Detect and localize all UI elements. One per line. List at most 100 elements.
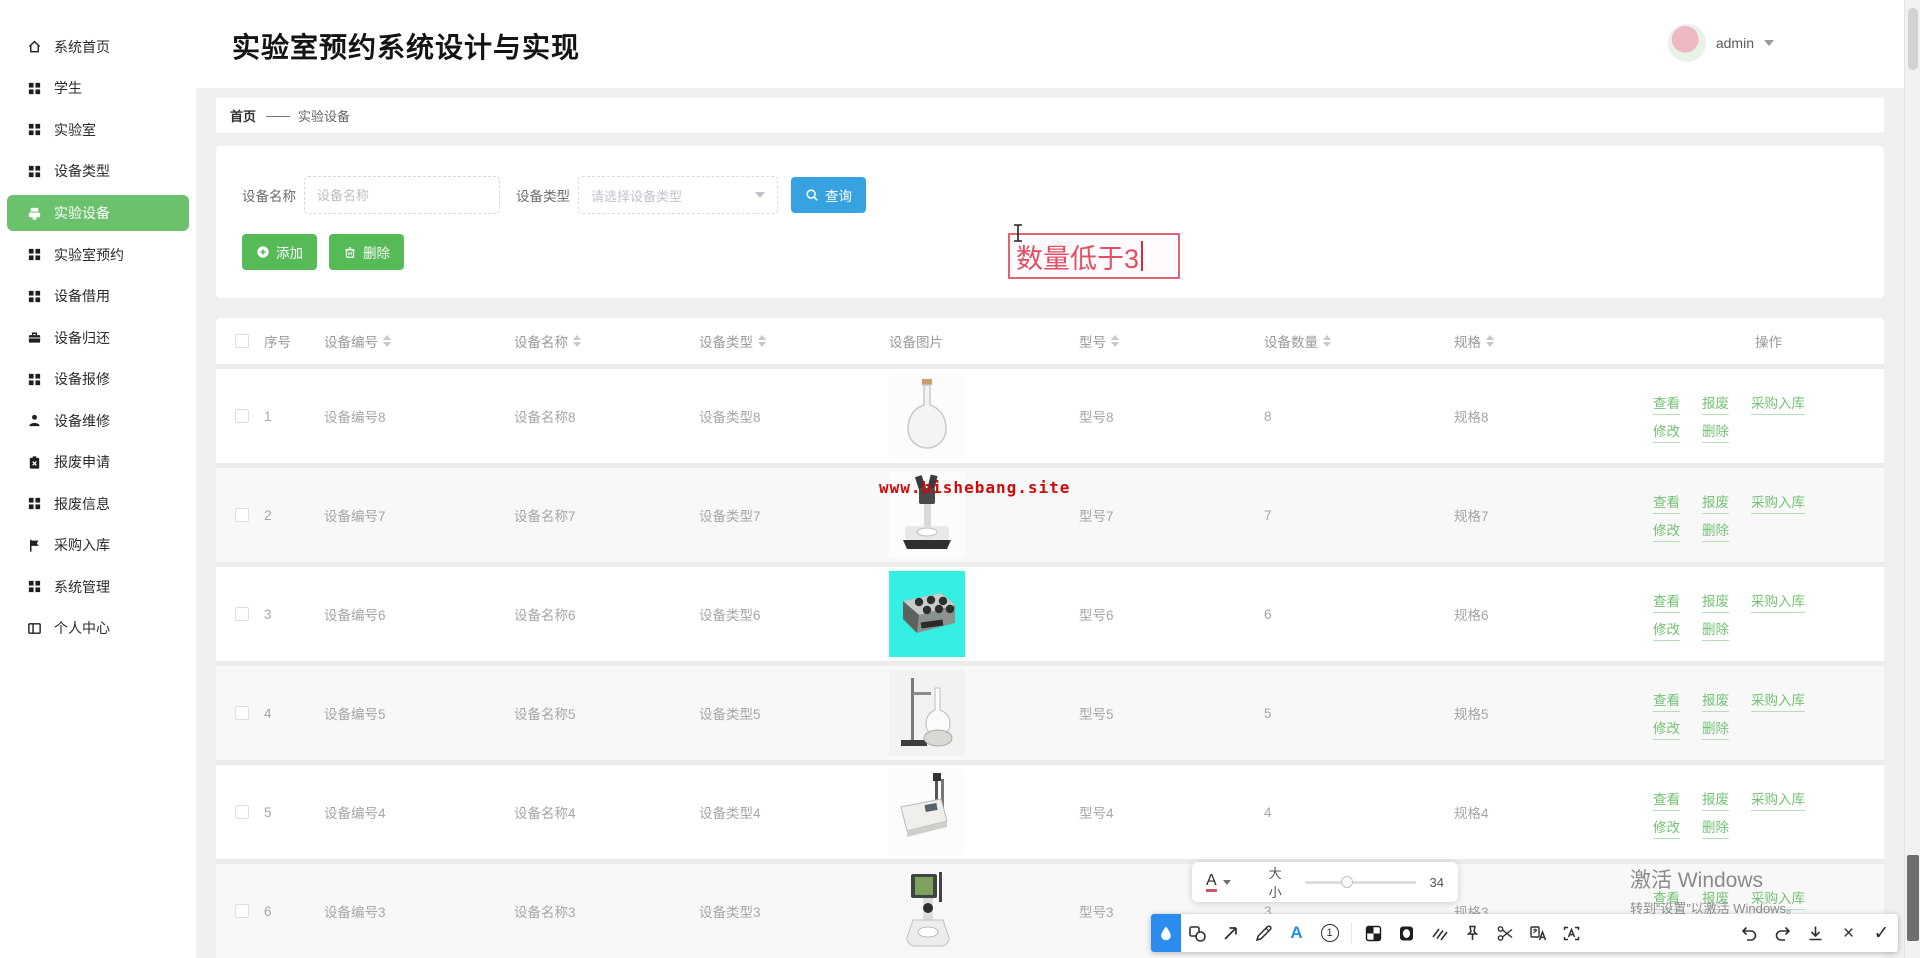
edit-link[interactable]: 修改	[1653, 420, 1680, 440]
purchase-link[interactable]: 采购入库	[1751, 788, 1805, 808]
redo-button[interactable]	[1766, 914, 1799, 952]
delete-link[interactable]: 删除	[1702, 816, 1729, 836]
pen-tool-button[interactable]	[1247, 914, 1280, 952]
undo-icon	[1741, 926, 1757, 941]
sort-icon[interactable]	[1323, 335, 1331, 347]
edit-link[interactable]: 修改	[1653, 519, 1680, 539]
row-checkbox[interactable]	[235, 706, 249, 720]
view-link[interactable]: 查看	[1653, 392, 1680, 412]
edit-link[interactable]: 修改	[1653, 618, 1680, 638]
undo-button[interactable]	[1733, 914, 1766, 952]
sidebar-item-scrap-info[interactable]: 报废信息	[0, 483, 196, 525]
delete-button[interactable]: 删除	[329, 234, 404, 270]
sidebar-item-purchase-inbound[interactable]: 采购入库	[0, 525, 196, 567]
row-checkbox[interactable]	[235, 805, 249, 819]
scrollbar-thumb-top[interactable]	[1908, 8, 1918, 70]
delete-link[interactable]: 删除	[1702, 717, 1729, 737]
sidebar-item-label: 报废申请	[54, 454, 110, 471]
scrap-link[interactable]: 报废	[1702, 689, 1729, 709]
device-type-select[interactable]: 请选择设备类型	[578, 176, 778, 214]
scrollbar-thumb[interactable]	[1907, 855, 1919, 941]
sort-icon[interactable]	[573, 335, 581, 347]
font-size-slider[interactable]	[1305, 876, 1416, 888]
row-checkbox[interactable]	[235, 607, 249, 621]
sort-icon[interactable]	[1486, 335, 1494, 347]
font-color-button[interactable]: A	[1206, 872, 1217, 892]
sidebar-item-lab-reservation[interactable]: 实验室预约	[0, 234, 196, 276]
purchase-link[interactable]: 采购入库	[1751, 689, 1805, 709]
view-link[interactable]: 查看	[1653, 689, 1680, 709]
sort-icon[interactable]	[758, 335, 766, 347]
scrap-link[interactable]: 报废	[1702, 392, 1729, 412]
sidebar-item-device-types[interactable]: 设备类型	[0, 151, 196, 193]
grid-icon	[26, 578, 43, 595]
chevron-down-icon[interactable]	[1222, 879, 1231, 885]
download-button[interactable]	[1799, 914, 1832, 952]
device-type-placeholder: 请选择设备类型	[591, 188, 683, 204]
step-number-tool-button[interactable]: 1	[1313, 914, 1346, 952]
delete-link[interactable]: 删除	[1702, 618, 1729, 638]
scrap-link[interactable]: 报废	[1702, 590, 1729, 610]
select-all-checkbox[interactable]	[235, 334, 249, 348]
close-button[interactable]: ×	[1832, 914, 1865, 952]
sidebar-item-device-borrow[interactable]: 设备借用	[0, 276, 196, 318]
scrap-link[interactable]: 报废	[1702, 788, 1729, 808]
annotation-textbox[interactable]: 数量低于3	[1008, 233, 1180, 279]
sidebar-item-label: 学生	[54, 80, 82, 97]
breadcrumb-home[interactable]: 首页	[230, 106, 256, 125]
table-row: 1 设备编号8 设备名称8 设备类型8 型号8 8 规格8 查看 报废 采购入库 修…	[216, 364, 1884, 463]
scissors-icon	[1497, 925, 1513, 941]
sidebar-item-device-maintenance[interactable]: 设备维修	[0, 400, 196, 442]
sidebar-item-lab-equipment[interactable]: 实验设备	[7, 195, 189, 231]
view-link[interactable]: 查看	[1653, 590, 1680, 610]
purchase-link[interactable]: 采购入库	[1751, 392, 1805, 412]
sidebar-item-personal-center[interactable]: 个人中心	[0, 608, 196, 650]
sidebar-item-students[interactable]: 学生	[0, 68, 196, 110]
sidebar: 系统首页 学生 实验室 设备类型 实验设备 实验室预约 设备借用 设备归还 设备…	[0, 0, 196, 958]
user-menu[interactable]: admin	[1667, 24, 1774, 62]
ocr-tool-button[interactable]	[1555, 914, 1588, 952]
cell-type: 设备类型6	[699, 608, 761, 623]
active-tool-button[interactable]	[1151, 914, 1181, 952]
sidebar-item-device-return[interactable]: 设备归还	[0, 317, 196, 359]
query-button[interactable]: 查询	[791, 177, 866, 213]
slider-handle[interactable]	[1341, 876, 1354, 888]
col-header-image: 设备图片	[889, 335, 943, 350]
sidebar-item-labs[interactable]: 实验室	[0, 109, 196, 151]
translate-tool-button[interactable]	[1522, 914, 1555, 952]
device-name-input[interactable]	[304, 176, 500, 214]
col-header-index: 序号	[264, 335, 291, 350]
ocr-icon	[1563, 926, 1580, 940]
row-checkbox[interactable]	[235, 508, 249, 522]
pin-tool-button[interactable]	[1456, 914, 1489, 952]
sidebar-item-home[interactable]: 系统首页	[0, 26, 196, 68]
text-tool-button[interactable]: A	[1280, 914, 1313, 952]
row-checkbox[interactable]	[235, 409, 249, 423]
view-link[interactable]: 查看	[1653, 788, 1680, 808]
view-link[interactable]: 查看	[1653, 491, 1680, 511]
purchase-link[interactable]: 采购入库	[1751, 590, 1805, 610]
avatar[interactable]	[1667, 24, 1706, 62]
sort-icon[interactable]	[383, 335, 391, 347]
edit-link[interactable]: 修改	[1653, 816, 1680, 836]
hatch-tool-button[interactable]	[1423, 914, 1456, 952]
row-checkbox[interactable]	[235, 904, 249, 918]
sidebar-item-device-repair-report[interactable]: 设备报修	[0, 359, 196, 401]
sort-icon[interactable]	[1111, 335, 1119, 347]
sidebar-item-scrap-apply[interactable]: 报废申请	[0, 442, 196, 484]
delete-link[interactable]: 删除	[1702, 519, 1729, 539]
add-button[interactable]: 添加	[242, 234, 317, 270]
arrow-tool-button[interactable]	[1214, 914, 1247, 952]
confirm-button[interactable]: ✓	[1865, 914, 1898, 952]
mosaic-tool-button[interactable]	[1357, 914, 1390, 952]
shapes-tool-button[interactable]	[1181, 914, 1214, 952]
edit-link[interactable]: 修改	[1653, 717, 1680, 737]
cut-tool-button[interactable]	[1489, 914, 1522, 952]
purchase-link[interactable]: 采购入库	[1751, 491, 1805, 511]
blur-tool-button[interactable]	[1390, 914, 1423, 952]
cell-name: 设备名称4	[514, 806, 576, 821]
sidebar-item-system-management[interactable]: 系统管理	[0, 566, 196, 608]
scrap-link[interactable]: 报废	[1702, 491, 1729, 511]
delete-link[interactable]: 删除	[1702, 420, 1729, 440]
page-scrollbar[interactable]	[1904, 0, 1920, 958]
